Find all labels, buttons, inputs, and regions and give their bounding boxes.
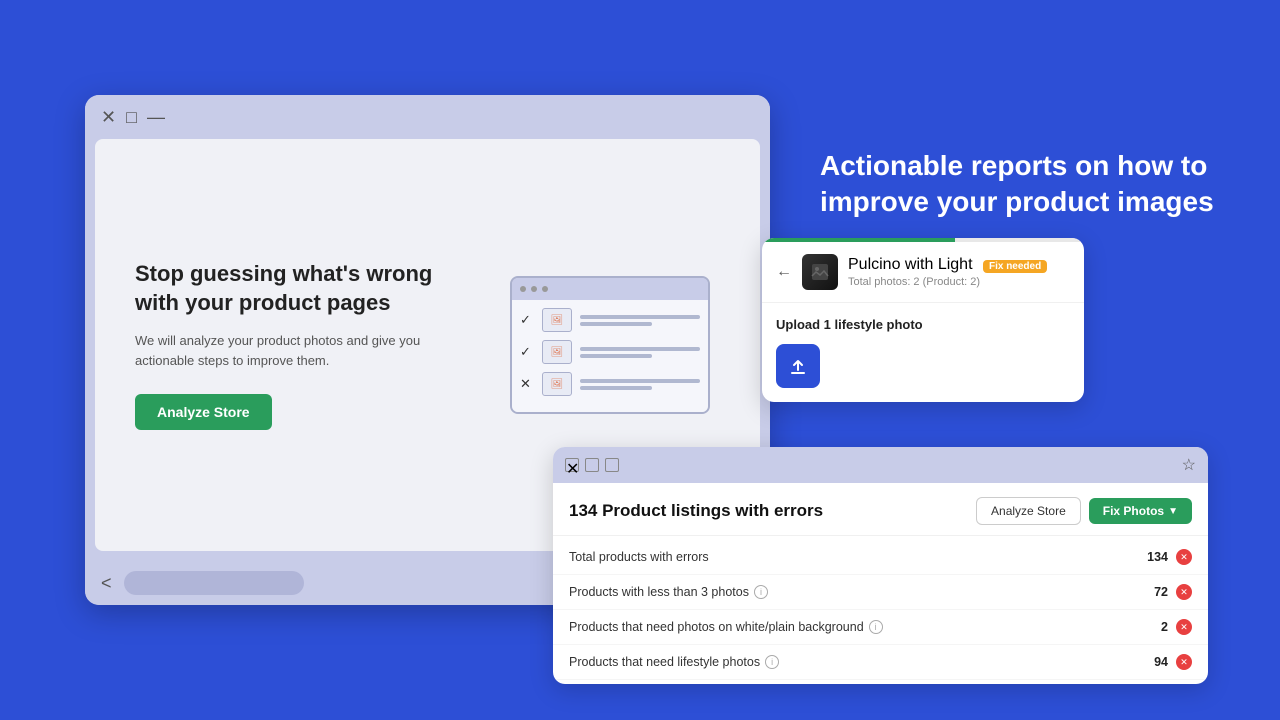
row-label-total: Total products with errors: [569, 550, 1147, 564]
product-header: ← Pulcino with Light Fix needed Total ph…: [762, 242, 1084, 303]
win-btn-maximize[interactable]: [585, 458, 599, 472]
analyze-store-sm-button[interactable]: Analyze Store: [976, 497, 1081, 525]
remove-icon-white-bg[interactable]: ✕: [1176, 619, 1192, 635]
back-arrow-icon[interactable]: <: [101, 573, 112, 594]
illus-dot-3: [542, 286, 548, 292]
hero-heading: Actionable reports on how to improve you…: [820, 148, 1220, 221]
error-row-less-photos: Products with less than 3 photos i 72 ✕: [553, 575, 1208, 610]
row-label-white-bg: Products that need photos on white/plain…: [569, 620, 1161, 634]
illus-line-2a: [580, 347, 700, 351]
row-text-total: Total products with errors: [569, 550, 709, 564]
win-btn-minimize[interactable]: [605, 458, 619, 472]
cross-icon-3: ✕: [520, 376, 534, 392]
header-actions: Analyze Store Fix Photos ▼: [976, 497, 1192, 525]
product-name-line: Pulcino with Light Fix needed: [848, 256, 1070, 274]
product-list-illustration: ✓ 🖼 ✓ 🖼: [510, 276, 720, 414]
row-count-lifestyle: 94: [1154, 655, 1168, 669]
row-label-lifestyle: Products that need lifestyle photos i: [569, 655, 1154, 669]
remove-icon-total[interactable]: ✕: [1176, 549, 1192, 565]
fix-needed-badge: Fix needed: [983, 260, 1047, 273]
main-heading: Stop guessing what's wrong with your pro…: [135, 260, 480, 317]
illus-row-3: ✕ 🖼: [520, 372, 700, 396]
row-label-less-photos: Products with less than 3 photos i: [569, 585, 1154, 599]
row-text-less-photos: Products with less than 3 photos: [569, 585, 749, 599]
info-icon-lifestyle[interactable]: i: [765, 655, 779, 669]
product-thumbnail: [802, 254, 838, 290]
errors-window: ✕ ☆ 134 Product listings with errors Ana…: [553, 447, 1208, 684]
errors-title: 134 Product listings with errors: [569, 501, 823, 521]
product-card-window: ← Pulcino with Light Fix needed Total ph…: [762, 238, 1084, 402]
row-text-lifestyle: Products that need lifestyle photos: [569, 655, 760, 669]
illus-img-3: 🖼: [542, 372, 572, 396]
upload-button[interactable]: [776, 344, 820, 388]
info-icon-white-bg[interactable]: i: [869, 620, 883, 634]
fix-photos-button[interactable]: Fix Photos ▼: [1089, 498, 1192, 524]
error-rows-container: Total products with errors 134 ✕ Product…: [553, 536, 1208, 684]
remove-icon-lifestyle[interactable]: ✕: [1176, 654, 1192, 670]
product-body: Upload 1 lifestyle photo: [762, 303, 1084, 402]
illus-img-2: 🖼: [542, 340, 572, 364]
minimize-icon[interactable]: —: [147, 107, 165, 128]
illus-line-2b: [580, 354, 652, 358]
main-description: We will analyze your product photos and …: [135, 331, 480, 370]
errors-title-bar: ✕ ☆: [553, 447, 1208, 483]
address-bar[interactable]: [124, 571, 304, 595]
illus-row-1: ✓ 🖼: [520, 308, 700, 332]
window-controls: ✕: [565, 458, 619, 472]
error-row-total: Total products with errors 134 ✕: [553, 540, 1208, 575]
product-meta: Total photos: 2 (Product: 2): [848, 276, 1070, 288]
illus-bar: [512, 278, 708, 300]
illus-lines-3: [580, 379, 700, 390]
back-button-icon[interactable]: ←: [776, 263, 792, 281]
win-btn-close[interactable]: ✕: [565, 458, 579, 472]
analyze-store-button[interactable]: Analyze Store: [135, 394, 272, 430]
row-count-white-bg: 2: [1161, 620, 1168, 634]
illus-lines-2: [580, 347, 700, 358]
row-count-total: 134: [1147, 550, 1168, 564]
illus-img-1: 🖼: [542, 308, 572, 332]
check-icon-1: ✓: [520, 312, 534, 328]
product-image: [802, 254, 838, 290]
remove-icon-less-photos[interactable]: ✕: [1176, 584, 1192, 600]
illus-lines-1: [580, 315, 700, 326]
illus-line-3b: [580, 386, 652, 390]
maximize-icon[interactable]: □: [126, 107, 137, 128]
product-info: Pulcino with Light Fix needed Total phot…: [848, 256, 1070, 288]
close-icon[interactable]: ✕: [101, 107, 116, 128]
error-row-lifestyle: Products that need lifestyle photos i 94…: [553, 645, 1208, 680]
illus-line-3a: [580, 379, 700, 383]
upload-label: Upload 1 lifestyle photo: [776, 317, 1070, 332]
left-text-block: Stop guessing what's wrong with your pro…: [135, 260, 480, 430]
check-icon-2: ✓: [520, 344, 534, 360]
errors-header: 134 Product listings with errors Analyze…: [553, 483, 1208, 536]
illus-dot-1: [520, 286, 526, 292]
row-count-less-photos: 72: [1154, 585, 1168, 599]
illus-dot-2: [531, 286, 537, 292]
fix-photos-label: Fix Photos: [1103, 504, 1164, 518]
illus-line-1a: [580, 315, 700, 319]
title-bar: ✕ □ —: [85, 95, 770, 139]
star-icon[interactable]: ☆: [1182, 455, 1196, 475]
dropdown-arrow-icon: ▼: [1168, 506, 1178, 517]
illus-content: ✓ 🖼 ✓ 🖼: [512, 300, 708, 412]
info-icon-less-photos[interactable]: i: [754, 585, 768, 599]
illustration-browser: ✓ 🖼 ✓ 🖼: [510, 276, 710, 414]
illus-line-1b: [580, 322, 652, 326]
row-text-white-bg: Products that need photos on white/plain…: [569, 620, 864, 634]
product-name: Pulcino with Light: [848, 256, 973, 273]
error-row-white-bg: Products that need photos on white/plain…: [553, 610, 1208, 645]
illus-row-2: ✓ 🖼: [520, 340, 700, 364]
